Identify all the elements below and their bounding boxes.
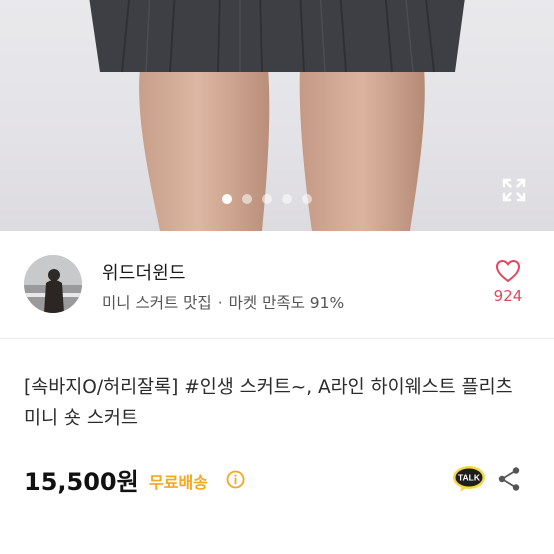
share-icon xyxy=(498,467,520,491)
gallery-dot[interactable] xyxy=(262,194,272,204)
talk-icon: TALK xyxy=(453,466,485,492)
seller-tagline: 미니 스커트 맛집 xyxy=(102,294,212,312)
shipping-badge: 무료배송 xyxy=(149,473,208,492)
meta-separator: · xyxy=(217,294,223,312)
talk-label: TALK xyxy=(458,473,481,483)
gallery-dot-active[interactable] xyxy=(222,194,232,204)
heart-icon xyxy=(495,259,521,283)
like-count: 924 xyxy=(493,287,523,305)
talk-button[interactable]: TALK xyxy=(452,465,486,493)
product-price: 15,500원 xyxy=(24,468,139,496)
info-icon[interactable] xyxy=(226,470,245,489)
seller-meta: 미니 스커트 맛집 · 마켓 만족도 91% xyxy=(102,291,344,313)
seller-name[interactable]: 위드더윈드 xyxy=(102,259,186,285)
seller-avatar[interactable] xyxy=(24,255,82,313)
gallery-dot[interactable] xyxy=(282,194,292,204)
seller-satisfaction: 마켓 만족도 91% xyxy=(228,294,345,312)
share-button[interactable] xyxy=(497,466,521,492)
product-title: [속바지O/허리잘록] #인생 스커트~, A라인 하이웨스트 플리츠 미니 숏… xyxy=(24,377,513,429)
avatar-image xyxy=(24,255,82,313)
product-image[interactable] xyxy=(0,0,554,231)
like-button[interactable]: 924 xyxy=(490,259,526,305)
gallery-dot[interactable] xyxy=(242,194,252,204)
gallery-dot[interactable] xyxy=(302,194,312,204)
section-divider xyxy=(0,338,554,339)
expand-button[interactable] xyxy=(498,174,530,206)
gallery-pagination xyxy=(222,194,312,204)
expand-icon xyxy=(502,178,526,202)
